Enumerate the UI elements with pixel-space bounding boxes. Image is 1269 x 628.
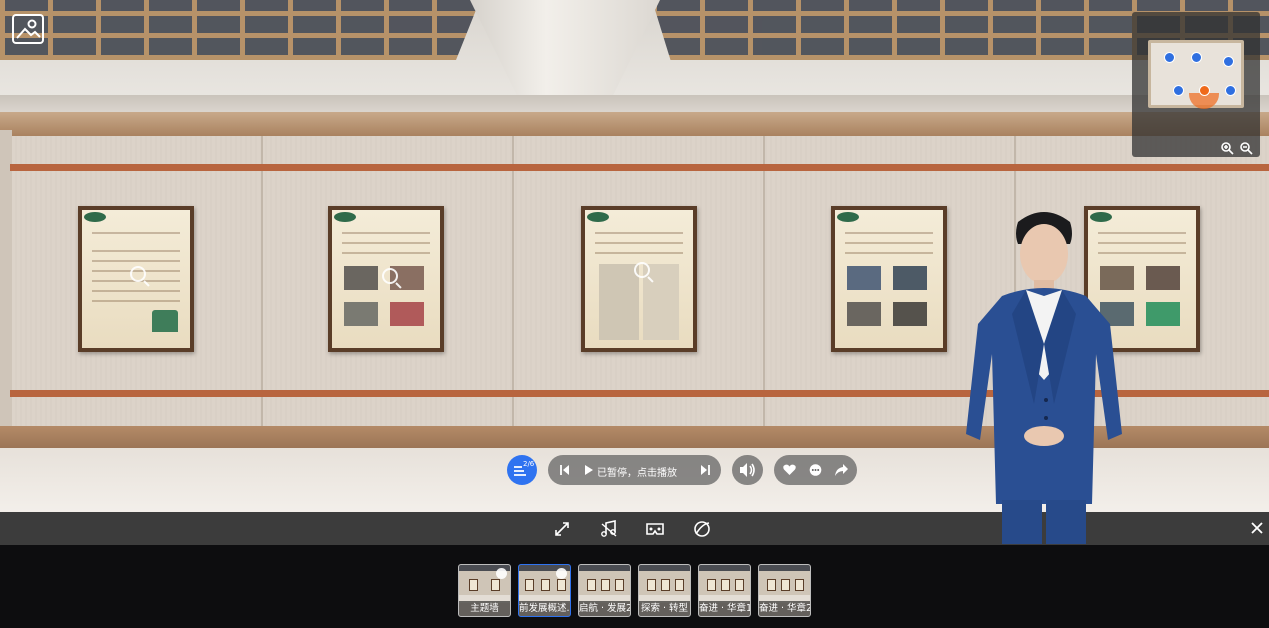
- magnifier-icon[interactable]: [130, 266, 146, 282]
- minimap[interactable]: [1132, 12, 1260, 157]
- heart-icon[interactable]: [783, 464, 796, 476]
- gallery-icon[interactable]: [12, 14, 44, 44]
- scene-thumbnail[interactable]: 奋进 · 华章1: [698, 564, 751, 617]
- hotspot-marker[interactable]: [1191, 52, 1202, 63]
- minimap-room: [1148, 40, 1244, 109]
- hotspot-marker[interactable]: [1225, 85, 1236, 96]
- hotspot-marker[interactable]: [1164, 52, 1175, 63]
- social-actions: [774, 455, 857, 485]
- scene-label: 启航 · 发展2: [579, 601, 630, 616]
- scene-thumbnail[interactable]: 主题墙: [458, 564, 511, 617]
- scene-thumbnail-active[interactable]: 前发展概述...: [518, 564, 571, 617]
- vr-glasses-icon[interactable]: [646, 520, 664, 538]
- magnifier-icon[interactable]: [382, 268, 398, 284]
- wall-seam: [261, 136, 263, 426]
- virtual-presenter: [966, 212, 1122, 544]
- player-status[interactable]: 已暂停，点击播放: [597, 464, 677, 479]
- wall-rail-top: [10, 164, 1269, 171]
- zoom-out-icon[interactable]: [1239, 140, 1253, 155]
- gyroscope-icon[interactable]: [693, 520, 711, 538]
- magnifier-icon[interactable]: [634, 262, 650, 278]
- skip-next-icon[interactable]: [700, 465, 710, 475]
- side-wall: [0, 130, 12, 430]
- narration-player: 已暂停，点击播放: [548, 455, 721, 485]
- fullscreen-icon[interactable]: [553, 520, 571, 538]
- hotspot-marker[interactable]: [1173, 85, 1184, 96]
- scene-thumbnail[interactable]: 探索 · 转型: [638, 564, 691, 617]
- scene-label: 奋进 · 华章2...: [759, 601, 810, 616]
- wall-seam: [512, 136, 514, 426]
- scene-label: 主题墙: [459, 601, 510, 616]
- scene-label: 探索 · 转型: [639, 601, 690, 616]
- scene-thumbnail[interactable]: 启航 · 发展2: [578, 564, 631, 617]
- volume-icon: [740, 463, 755, 477]
- scene-label: 前发展概述...: [519, 601, 570, 616]
- hotspot-marker[interactable]: [1223, 56, 1234, 67]
- zoom-in-icon[interactable]: [1220, 140, 1234, 155]
- playlist-button[interactable]: 2/6: [507, 455, 537, 485]
- current-position-marker: [1199, 85, 1210, 96]
- visited-check-icon: [556, 568, 567, 579]
- play-icon[interactable]: [585, 465, 593, 475]
- ceiling-grid-left: [0, 0, 480, 60]
- wall-cornice: [0, 112, 1269, 138]
- wall-seam: [763, 136, 765, 426]
- close-icon[interactable]: [1249, 520, 1265, 536]
- music-off-icon[interactable]: [600, 520, 618, 538]
- playlist-position: 2/6: [523, 460, 535, 468]
- exhibit-poster-4[interactable]: [831, 206, 947, 352]
- scene-thumbnail[interactable]: 奋进 · 华章2...: [758, 564, 811, 617]
- scene-thumbnail-bar: 主题墙 前发展概述... 启航 · 发展2 探索 · 转型 奋进 · 华章1 奋…: [0, 545, 1269, 628]
- volume-button[interactable]: [732, 455, 763, 485]
- skip-previous-icon[interactable]: [560, 465, 570, 475]
- exhibit-poster-3[interactable]: [581, 206, 697, 352]
- scene-label: 奋进 · 华章1: [699, 601, 750, 616]
- visited-check-icon: [496, 568, 507, 579]
- share-icon[interactable]: [835, 464, 848, 476]
- comment-icon[interactable]: [809, 464, 822, 477]
